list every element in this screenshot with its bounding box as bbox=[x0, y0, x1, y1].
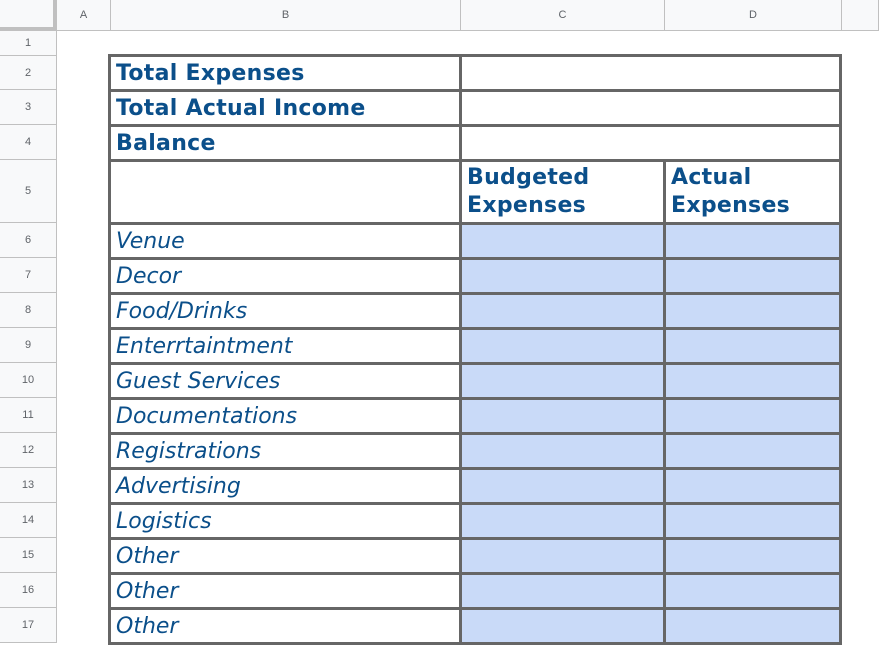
column-header-e[interactable] bbox=[842, 0, 879, 31]
category-label: Other bbox=[108, 572, 462, 610]
row-header-14[interactable]: 14 bbox=[0, 503, 57, 538]
actual-expense-input[interactable] bbox=[663, 222, 842, 260]
budgeted-expense-input[interactable] bbox=[459, 362, 666, 400]
actual-expense-input[interactable] bbox=[663, 607, 842, 645]
column-header-b[interactable]: B bbox=[111, 0, 461, 31]
category-label: Registrations bbox=[108, 432, 462, 470]
budgeted-expense-input[interactable] bbox=[459, 222, 666, 260]
balance-label: Balance bbox=[108, 124, 462, 162]
header-blank-cell[interactable] bbox=[108, 159, 462, 225]
column-header-a[interactable]: A bbox=[57, 0, 111, 31]
column-header-c[interactable]: C bbox=[461, 0, 665, 31]
budgeted-expense-input[interactable] bbox=[459, 572, 666, 610]
category-label: Guest Services bbox=[108, 362, 462, 400]
row-header-16[interactable]: 16 bbox=[0, 573, 57, 608]
budgeted-expense-input[interactable] bbox=[459, 502, 666, 540]
category-label: Enterrtaintment bbox=[108, 327, 462, 365]
row-header-9[interactable]: 9 bbox=[0, 328, 57, 363]
actual-expense-input[interactable] bbox=[663, 257, 842, 295]
total-actual-income-value[interactable] bbox=[459, 89, 842, 127]
budgeted-expense-input[interactable] bbox=[459, 467, 666, 505]
category-label: Advertising bbox=[108, 467, 462, 505]
column-header-d[interactable]: D bbox=[665, 0, 842, 31]
budgeted-expense-input[interactable] bbox=[459, 432, 666, 470]
row-header-1[interactable]: 1 bbox=[0, 31, 57, 56]
budgeted-expense-input[interactable] bbox=[459, 607, 666, 645]
actual-expense-input[interactable] bbox=[663, 292, 842, 330]
actual-expense-input[interactable] bbox=[663, 327, 842, 365]
actual-expense-input[interactable] bbox=[663, 362, 842, 400]
category-label: Food/Drinks bbox=[108, 292, 462, 330]
select-all-corner[interactable] bbox=[0, 0, 57, 31]
actual-expense-input[interactable] bbox=[663, 537, 842, 575]
row-header-2[interactable]: 2 bbox=[0, 56, 57, 90]
category-label: Logistics bbox=[108, 502, 462, 540]
row-header-6[interactable]: 6 bbox=[0, 223, 57, 258]
actual-expense-input[interactable] bbox=[663, 397, 842, 435]
row-header-3[interactable]: 3 bbox=[0, 90, 57, 125]
category-label: Documentations bbox=[108, 397, 462, 435]
budgeted-expense-input[interactable] bbox=[459, 537, 666, 575]
budgeted-expenses-header: Budgeted Expenses bbox=[459, 159, 666, 225]
row-header-5[interactable]: 5 bbox=[0, 160, 57, 223]
row-header-7[interactable]: 7 bbox=[0, 258, 57, 293]
actual-expense-input[interactable] bbox=[663, 572, 842, 610]
total-expenses-label: Total Expenses bbox=[108, 54, 462, 92]
budgeted-expense-input[interactable] bbox=[459, 257, 666, 295]
category-label: Other bbox=[108, 537, 462, 575]
row-header-15[interactable]: 15 bbox=[0, 538, 57, 573]
actual-expenses-header: Actual Expenses bbox=[663, 159, 842, 225]
row-header-4[interactable]: 4 bbox=[0, 125, 57, 160]
category-label: Other bbox=[108, 607, 462, 645]
budgeted-expense-input[interactable] bbox=[459, 397, 666, 435]
actual-expense-input[interactable] bbox=[663, 467, 842, 505]
category-label: Venue bbox=[108, 222, 462, 260]
row-header-8[interactable]: 8 bbox=[0, 293, 57, 328]
total-expenses-value[interactable] bbox=[459, 54, 842, 92]
balance-value[interactable] bbox=[459, 124, 842, 162]
row-header-12[interactable]: 12 bbox=[0, 433, 57, 468]
row-header-17[interactable]: 17 bbox=[0, 608, 57, 643]
row-header-11[interactable]: 11 bbox=[0, 398, 57, 433]
budgeted-expense-input[interactable] bbox=[459, 292, 666, 330]
actual-expense-input[interactable] bbox=[663, 432, 842, 470]
row-header-13[interactable]: 13 bbox=[0, 468, 57, 503]
row-header-10[interactable]: 10 bbox=[0, 363, 57, 398]
category-label: Decor bbox=[108, 257, 462, 295]
actual-expense-input[interactable] bbox=[663, 502, 842, 540]
budgeted-expense-input[interactable] bbox=[459, 327, 666, 365]
total-actual-income-label: Total Actual Income bbox=[108, 89, 462, 127]
